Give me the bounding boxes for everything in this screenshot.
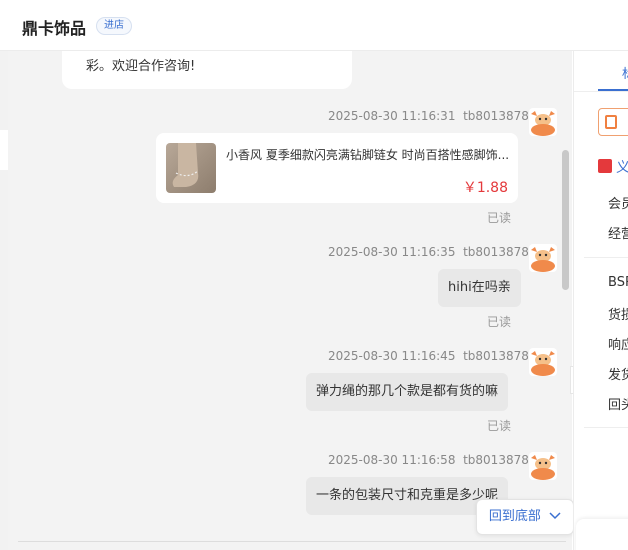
buyer-avatar-icon[interactable] bbox=[529, 452, 557, 480]
info-row: 会员 bbox=[608, 197, 628, 212]
right-panel-tab[interactable]: 标 bbox=[622, 63, 628, 82]
read-status: 已读 bbox=[487, 211, 512, 225]
section-divider bbox=[584, 427, 628, 428]
left-panel-edge bbox=[0, 51, 8, 550]
chat-scrollbar[interactable] bbox=[562, 150, 569, 290]
message-text: 彩。欢迎合作咨询! bbox=[86, 59, 196, 74]
buyer-avatar-icon[interactable] bbox=[529, 348, 557, 376]
message-bubble: hihi在吗亲 bbox=[438, 269, 521, 307]
shop-name: 鼎卡饰品 bbox=[22, 19, 87, 38]
message-time: 2025-08-30 11:16:31 bbox=[328, 109, 456, 123]
chat-header: 鼎卡饰品 进店 bbox=[0, 0, 628, 51]
message-time: 2025-08-30 11:16:45 bbox=[328, 349, 456, 363]
message-meta: 2025-08-30 11:16:45 tb801387856 bbox=[328, 349, 544, 363]
message-meta: 2025-08-30 11:16:35 tb801387856 bbox=[328, 245, 544, 259]
input-divider bbox=[18, 541, 566, 542]
left-panel-edge-highlight bbox=[0, 130, 8, 170]
info-row: 货损 bbox=[608, 308, 628, 323]
info-row: 发货 bbox=[608, 368, 628, 383]
right-panel: 标 义 会员 经营 BSR 货损 响应 发货 回头 bbox=[573, 51, 628, 550]
tmall-icon bbox=[598, 159, 612, 173]
message-meta: 2025-08-30 11:16:31 tb801387856 bbox=[328, 109, 544, 123]
message-bubble: 弹力绳的那几个款是都有货的嘛 bbox=[306, 373, 509, 411]
buyer-avatar-icon[interactable] bbox=[529, 108, 557, 136]
scroll-to-bottom-label: 回到底部 bbox=[488, 509, 541, 524]
enter-shop-button[interactable]: 进店 bbox=[96, 17, 132, 35]
info-row: BSR bbox=[608, 275, 628, 290]
buyer-avatar-icon[interactable] bbox=[529, 244, 557, 272]
tab-divider bbox=[574, 91, 628, 92]
message-meta: 2025-08-30 11:16:58 tb801387856 bbox=[328, 453, 544, 467]
product-card[interactable]: 小香风 夏季细款闪亮满钻脚链女 时尚百搭性感脚饰... ￥1.88 bbox=[156, 133, 518, 203]
copy-button[interactable] bbox=[598, 108, 628, 136]
message-time: 2025-08-30 11:16:58 bbox=[328, 453, 456, 467]
read-status: 已读 bbox=[487, 419, 512, 433]
product-title[interactable]: 小香风 夏季细款闪亮满钻脚链女 时尚百搭性感脚饰... bbox=[226, 146, 511, 163]
info-row: 响应 bbox=[608, 338, 628, 353]
message-time: 2025-08-30 11:16:35 bbox=[328, 245, 456, 259]
copy-icon bbox=[605, 115, 617, 129]
message-bubble-partial: 彩。欢迎合作咨询! bbox=[62, 51, 352, 89]
section-divider bbox=[584, 257, 628, 258]
buyer-link[interactable]: 义 bbox=[616, 157, 628, 177]
product-image[interactable] bbox=[166, 143, 216, 193]
chat-area[interactable]: 彩。欢迎合作咨询! 2025-08-30 11:16:31 tb80138785… bbox=[8, 51, 572, 550]
read-status: 已读 bbox=[487, 315, 512, 329]
chevron-down-icon bbox=[549, 512, 561, 520]
info-row: 回头 bbox=[608, 398, 628, 413]
info-row: 经营 bbox=[608, 227, 628, 242]
product-price: ￥1.88 bbox=[462, 180, 508, 196]
scroll-to-bottom-button[interactable]: 回到底部 bbox=[476, 499, 574, 535]
right-panel-footer-card[interactable] bbox=[576, 519, 628, 550]
